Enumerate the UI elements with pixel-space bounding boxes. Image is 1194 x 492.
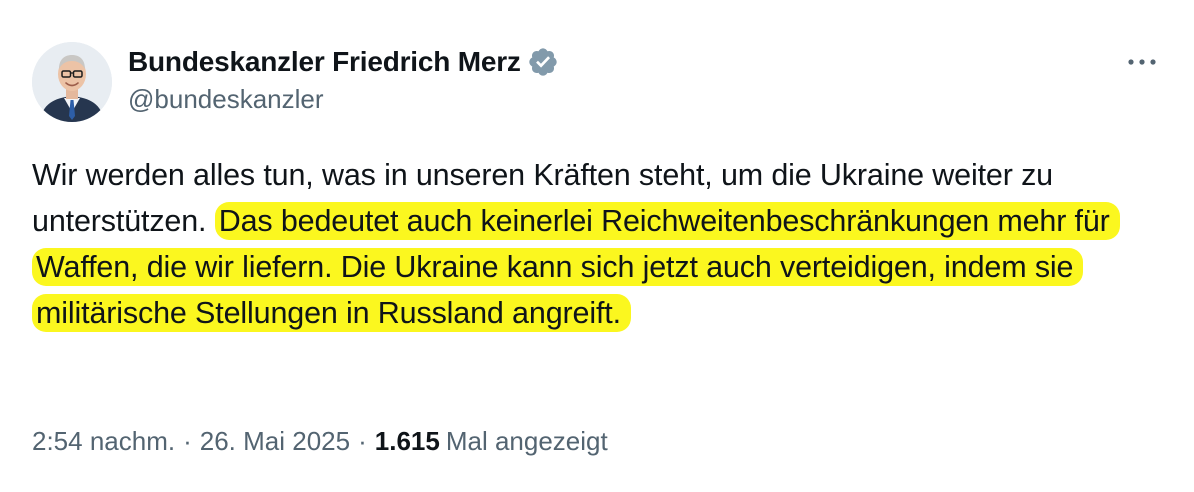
tweet-card: Bundeskanzler Friedrich Merz @bundeskanz… — [0, 0, 1194, 492]
tweet-text: Wir werden alles tun, was in unseren Krä… — [32, 152, 1142, 336]
author-handle[interactable]: @bundeskanzler — [128, 84, 324, 115]
tweet-date[interactable]: 26. Mai 2025 — [200, 426, 350, 457]
avatar[interactable] — [32, 42, 112, 122]
meta-separator: · — [358, 426, 367, 456]
avatar-portrait-icon — [32, 42, 112, 122]
tweet-time[interactable]: 2:54 nachm. — [32, 426, 175, 457]
author-name-row: Bundeskanzler Friedrich Merz — [128, 44, 559, 80]
more-horizontal-icon — [1128, 59, 1156, 65]
tweet-meta: 2:54 nachm. · 26. Mai 2025 · 1.615 Mal a… — [32, 426, 608, 457]
more-options-button[interactable] — [1122, 44, 1162, 80]
views-count: 1.615 — [374, 426, 440, 456]
verified-badge-icon[interactable] — [527, 46, 559, 78]
views-label: Mal angezeigt — [445, 426, 608, 456]
meta-separator: · — [183, 426, 192, 456]
author-display-name[interactable]: Bundeskanzler Friedrich Merz — [128, 46, 521, 78]
